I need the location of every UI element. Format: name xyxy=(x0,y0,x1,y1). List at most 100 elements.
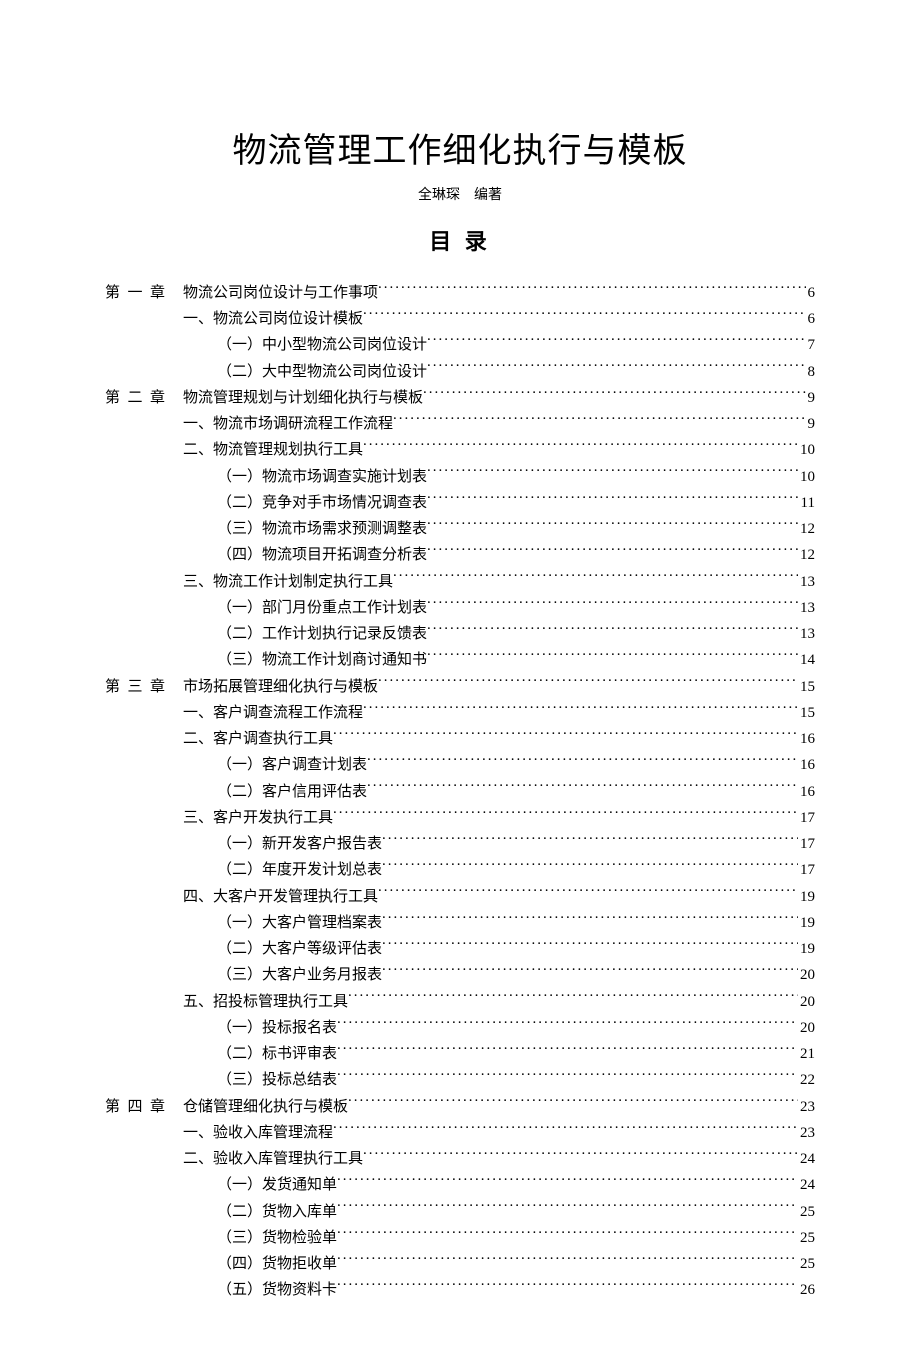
toc-page-number: 12 xyxy=(800,516,815,542)
toc-leader-dots xyxy=(427,492,799,507)
toc-entry[interactable]: 第一章物流公司岗位设计与工作事项6 xyxy=(105,280,815,306)
toc-entry[interactable]: 四、大客户开发管理执行工具19 xyxy=(105,884,815,910)
toc-leader-dots xyxy=(382,938,798,953)
toc-entry[interactable]: 三、客户开发执行工具17 xyxy=(105,805,815,831)
toc-entry-text: 一、物流市场调研流程工作流程 xyxy=(183,411,393,437)
toc-leader-dots xyxy=(363,702,798,717)
toc-entry[interactable]: 二、客户调查执行工具16 xyxy=(105,726,815,752)
toc-leader-dots xyxy=(337,1069,798,1084)
toc-entry[interactable]: 五、招投标管理执行工具20 xyxy=(105,989,815,1015)
toc-leader-dots xyxy=(333,807,798,822)
toc-entry-text: （二）客户信用评估表 xyxy=(217,779,367,805)
toc-entry-text: 四、大客户开发管理执行工具 xyxy=(183,884,378,910)
toc-entry[interactable]: （五）货物资料卡 26 xyxy=(105,1277,815,1303)
toc-page-number: 20 xyxy=(800,962,815,988)
toc-entry[interactable]: （二）竞争对手市场情况调查表11 xyxy=(105,490,815,516)
toc-page-number: 7 xyxy=(808,332,816,358)
toc-entry-text: 仓储管理细化执行与模板 xyxy=(183,1094,348,1120)
toc-entry[interactable]: 二、验收入库管理执行工具 24 xyxy=(105,1146,815,1172)
toc-page-number: 23 xyxy=(800,1120,815,1146)
toc-entry-text: 一、客户调查流程工作流程 xyxy=(183,700,363,726)
toc-entry-text: 三、物流工作计划制定执行工具 xyxy=(183,569,393,595)
toc-entry-text: （一）新开发客户报告表 xyxy=(217,831,382,857)
toc-entry-text: （一）中小型物流公司岗位设计 xyxy=(217,332,427,358)
toc-entry-text: （一）发货通知单 xyxy=(217,1172,337,1198)
toc-entry[interactable]: （三）物流工作计划商讨通知书14 xyxy=(105,647,815,673)
toc-leader-dots xyxy=(337,1201,798,1216)
toc-entry[interactable]: 一、客户调查流程工作流程 15 xyxy=(105,700,815,726)
document-author: 全琳琛 编著 xyxy=(105,184,815,204)
toc-entry[interactable]: 一、物流公司岗位设计模板6 xyxy=(105,306,815,332)
toc-chapter-label: 第一章 xyxy=(105,280,165,306)
toc-leader-dots xyxy=(367,754,798,769)
toc-entry[interactable]: （一）部门月份重点工作计划表13 xyxy=(105,595,815,621)
toc-entry[interactable]: （二）标书评审表21 xyxy=(105,1041,815,1067)
toc-leader-dots xyxy=(333,1122,798,1137)
toc-page-number: 23 xyxy=(800,1094,815,1120)
toc-page-number: 16 xyxy=(800,726,815,752)
toc-page-number: 6 xyxy=(808,280,816,306)
toc-entry[interactable]: 第四章仓储管理细化执行与模板23 xyxy=(105,1094,815,1120)
toc-entry[interactable]: 一、验收入库管理流程23 xyxy=(105,1120,815,1146)
toc-entry-text: 二、验收入库管理执行工具 xyxy=(183,1146,363,1172)
toc-leader-dots xyxy=(427,623,798,638)
toc-entry[interactable]: （三）货物检验单25 xyxy=(105,1225,815,1251)
toc-entry[interactable]: 第三章市场拓展管理细化执行与模板15 xyxy=(105,674,815,700)
toc-entry[interactable]: （一）大客户管理档案表 19 xyxy=(105,910,815,936)
toc-entry[interactable]: （二）客户信用评估表16 xyxy=(105,779,815,805)
toc-page-number: 8 xyxy=(808,359,816,385)
toc-entry[interactable]: （三）物流市场需求预测调整表12 xyxy=(105,516,815,542)
toc-leader-dots xyxy=(427,361,805,376)
toc-page-number: 25 xyxy=(800,1251,815,1277)
toc-entry[interactable]: 二、物流管理规划执行工具10 xyxy=(105,437,815,463)
toc-page-number: 17 xyxy=(800,831,815,857)
toc-entry[interactable]: （二）货物入库单25 xyxy=(105,1199,815,1225)
toc-page-number: 13 xyxy=(800,595,815,621)
toc-entry[interactable]: （二）工作计划执行记录反馈表13 xyxy=(105,621,815,647)
toc-entry[interactable]: （二）年度开发计划总表17 xyxy=(105,857,815,883)
toc-leader-dots xyxy=(363,308,805,323)
toc-entry[interactable]: 一、物流市场调研流程工作流程9 xyxy=(105,411,815,437)
toc-entry[interactable]: （一）中小型物流公司岗位设计 7 xyxy=(105,332,815,358)
toc-page-number: 20 xyxy=(800,989,815,1015)
toc-leader-dots xyxy=(337,1043,798,1058)
toc-leader-dots xyxy=(337,1253,798,1268)
toc-entry[interactable]: （四）物流项目开拓调查分析表12 xyxy=(105,542,815,568)
toc-leader-dots xyxy=(337,1017,798,1032)
toc-entry[interactable]: （二）大客户等级评估表19 xyxy=(105,936,815,962)
toc-entry[interactable]: （一）物流市场调查实施计划表 10 xyxy=(105,464,815,490)
toc-entry[interactable]: 三、物流工作计划制定执行工具13 xyxy=(105,569,815,595)
toc-entry[interactable]: （四）货物拒收单25 xyxy=(105,1251,815,1277)
toc-page-number: 19 xyxy=(800,910,815,936)
toc-leader-dots xyxy=(393,571,798,586)
toc-entry[interactable]: （三）大客户业务月报表 20 xyxy=(105,962,815,988)
toc-page-number: 15 xyxy=(800,700,815,726)
toc-entry[interactable]: （二）大中型物流公司岗位设计8 xyxy=(105,359,815,385)
toc-entry-text: （一）客户调查计划表 xyxy=(217,752,367,778)
toc-page-number: 14 xyxy=(800,647,815,673)
toc-entry-text: （五）货物资料卡 xyxy=(217,1277,337,1303)
toc-page-number: 19 xyxy=(800,936,815,962)
toc-entry[interactable]: （一）新开发客户报告表 17 xyxy=(105,831,815,857)
toc-entry[interactable]: 第二章物流管理规划与计划细化执行与模板9 xyxy=(105,385,815,411)
toc-leader-dots xyxy=(348,1096,798,1111)
toc-leader-dots xyxy=(427,518,798,533)
toc-leader-dots xyxy=(427,466,798,481)
toc-leader-dots xyxy=(427,544,798,559)
toc-leader-dots xyxy=(363,1148,798,1163)
toc-page-number: 10 xyxy=(800,464,815,490)
toc-entry[interactable]: （一）客户调查计划表16 xyxy=(105,752,815,778)
toc-entry-text: （三）大客户业务月报表 xyxy=(217,962,382,988)
toc-leader-dots xyxy=(393,413,805,428)
toc-page-number: 17 xyxy=(800,857,815,883)
toc-entry-text: 三、客户开发执行工具 xyxy=(183,805,333,831)
toc-entry[interactable]: （三）投标总结表22 xyxy=(105,1067,815,1093)
toc-entry[interactable]: （一）投标报名表20 xyxy=(105,1015,815,1041)
toc-page-number: 24 xyxy=(800,1146,815,1172)
toc-entry-text: （一）物流市场调查实施计划表 xyxy=(217,464,427,490)
toc-entry[interactable]: （一）发货通知单24 xyxy=(105,1172,815,1198)
toc-entry-text: （一）大客户管理档案表 xyxy=(217,910,382,936)
toc-entry-text: （四）物流项目开拓调查分析表 xyxy=(217,542,427,568)
toc-page-number: 13 xyxy=(800,621,815,647)
toc-page-number: 26 xyxy=(800,1277,815,1303)
